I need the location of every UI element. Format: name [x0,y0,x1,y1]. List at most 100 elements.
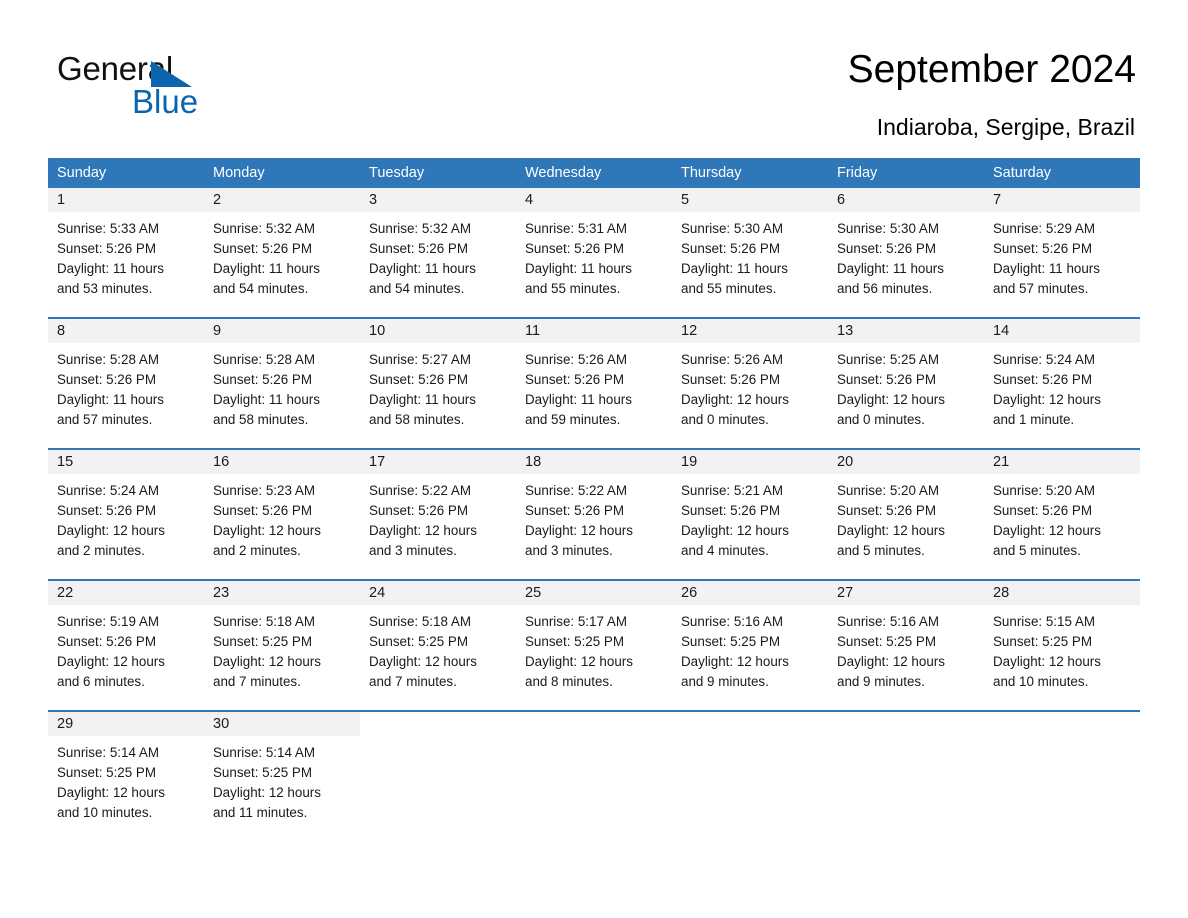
calendar-day-cell[interactable]: 24 Sunrise: 5:18 AM Sunset: 5:25 PM Dayligh… [360,581,516,696]
sunrise-time: Sunrise: 5:27 AM [369,352,471,367]
daylight-duration-line1: Daylight: 11 hours [57,392,164,407]
sunset-time: Sunset: 5:26 PM [525,503,624,518]
sunrise-time: Sunrise: 5:14 AM [213,745,315,760]
calendar-day-cell[interactable]: 8 Sunrise: 5:28 AM Sunset: 5:26 PM Daylight… [48,319,204,434]
day-details: Sunrise: 5:18 AM Sunset: 5:25 PM Daylight:… [204,605,360,692]
sunset-time: Sunset: 5:26 PM [993,241,1092,256]
calendar-day-cell[interactable]: 23 Sunrise: 5:18 AM Sunset: 5:25 PM Dayligh… [204,581,360,696]
day-number: 10 [369,323,386,339]
calendar-day-cell[interactable]: 2 Sunrise: 5:32 AM Sunset: 5:26 PM Daylight… [204,188,360,303]
calendar-day-cell[interactable]: 18 Sunrise: 5:22 AM Sunset: 5:26 PM Dayligh… [516,450,672,565]
day-number-band: 11 [516,319,672,343]
calendar-day-cell[interactable]: 4 Sunrise: 5:31 AM Sunset: 5:26 PM Daylight… [516,188,672,303]
day-number-band: 23 [204,581,360,605]
daylight-duration-line2: and 10 minutes. [57,805,153,820]
calendar-day-cell[interactable]: 26 Sunrise: 5:16 AM Sunset: 5:25 PM Dayligh… [672,581,828,696]
daylight-duration-line2: and 54 minutes. [213,281,309,296]
sunset-time: Sunset: 5:26 PM [57,372,156,387]
calendar-day-cell[interactable]: 25 Sunrise: 5:17 AM Sunset: 5:25 PM Dayligh… [516,581,672,696]
calendar-day-cell[interactable]: 12 Sunrise: 5:26 AM Sunset: 5:26 PM Dayligh… [672,319,828,434]
sunset-time: Sunset: 5:26 PM [681,372,780,387]
daylight-duration-line2: and 53 minutes. [57,281,153,296]
sunset-time: Sunset: 5:26 PM [369,372,468,387]
day-number: 30 [213,716,230,732]
calendar-day-cell[interactable]: 1 Sunrise: 5:33 AM Sunset: 5:26 PM Daylight… [48,188,204,303]
sunset-time: Sunset: 5:26 PM [57,241,156,256]
day-number-band: 15 [48,450,204,474]
calendar-day-cell[interactable]: 19 Sunrise: 5:21 AM Sunset: 5:26 PM Dayligh… [672,450,828,565]
daylight-duration-line2: and 7 minutes. [369,674,457,689]
calendar-day-cell[interactable]: 17 Sunrise: 5:22 AM Sunset: 5:26 PM Dayligh… [360,450,516,565]
day-number-band: 1 [48,188,204,212]
calendar-day-cell[interactable]: 10 Sunrise: 5:27 AM Sunset: 5:26 PM Dayligh… [360,319,516,434]
sunset-time: Sunset: 5:25 PM [57,765,156,780]
calendar-day-cell[interactable]: 14 Sunrise: 5:24 AM Sunset: 5:26 PM Dayligh… [984,319,1140,434]
day-details: Sunrise: 5:27 AM Sunset: 5:26 PM Daylight:… [360,343,516,430]
page-subtitle-location: Indiaroba, Sergipe, Brazil [876,114,1135,140]
calendar-day-cell[interactable]: 28 Sunrise: 5:15 AM Sunset: 5:25 PM Dayligh… [984,581,1140,696]
daylight-duration-line2: and 5 minutes. [837,543,925,558]
day-number: 8 [57,323,66,339]
calendar-day-cell[interactable]: 29 Sunrise: 5:14 AM Sunset: 5:25 PM Dayligh… [48,712,204,827]
day-number-band: 8 [48,319,204,343]
daylight-duration-line2: and 7 minutes. [213,674,301,689]
weekday-header-monday: Monday [213,165,265,181]
calendar-day-cell[interactable]: 9 Sunrise: 5:28 AM Sunset: 5:26 PM Daylight… [204,319,360,434]
day-number-band: 25 [516,581,672,605]
general-blue-logo[interactable]: General Blue [57,50,257,130]
calendar-day-cell[interactable]: 6 Sunrise: 5:30 AM Sunset: 5:26 PM Daylight… [828,188,984,303]
day-details [984,736,1140,743]
sunset-time: Sunset: 5:26 PM [213,241,312,256]
daylight-duration-line1: Daylight: 12 hours [369,654,477,669]
sunrise-time: Sunrise: 5:16 AM [837,614,939,629]
daylight-duration-line1: Daylight: 12 hours [993,392,1101,407]
day-number-band: 18 [516,450,672,474]
day-number-band: 12 [672,319,828,343]
daylight-duration-line1: Daylight: 11 hours [525,261,632,276]
calendar-day-cell[interactable]: 20 Sunrise: 5:20 AM Sunset: 5:26 PM Dayligh… [828,450,984,565]
daylight-duration-line1: Daylight: 11 hours [993,261,1100,276]
calendar-day-cell[interactable]: 22 Sunrise: 5:19 AM Sunset: 5:26 PM Dayligh… [48,581,204,696]
calendar-day-cell-empty [360,712,516,827]
daylight-duration-line1: Daylight: 12 hours [57,785,165,800]
day-number-band: 7 [984,188,1140,212]
day-details: Sunrise: 5:21 AM Sunset: 5:26 PM Daylight:… [672,474,828,561]
calendar-day-cell[interactable]: 5 Sunrise: 5:30 AM Sunset: 5:26 PM Daylight… [672,188,828,303]
calendar-day-cell[interactable]: 30 Sunrise: 5:14 AM Sunset: 5:25 PM Dayligh… [204,712,360,827]
sunset-time: Sunset: 5:26 PM [57,634,156,649]
sunset-time: Sunset: 5:26 PM [369,503,468,518]
daylight-duration-line1: Daylight: 12 hours [681,654,789,669]
sunrise-time: Sunrise: 5:17 AM [525,614,627,629]
calendar-week-row: 8 Sunrise: 5:28 AM Sunset: 5:26 PM Daylight… [48,317,1140,434]
calendar-week-cells: 29 Sunrise: 5:14 AM Sunset: 5:25 PM Dayligh… [48,712,1140,827]
calendar-day-cell[interactable]: 16 Sunrise: 5:23 AM Sunset: 5:26 PM Dayligh… [204,450,360,565]
daylight-duration-line2: and 59 minutes. [525,412,621,427]
daylight-duration-line1: Daylight: 12 hours [993,654,1101,669]
daylight-duration-line1: Daylight: 11 hours [57,261,164,276]
calendar-day-cell[interactable]: 11 Sunrise: 5:26 AM Sunset: 5:26 PM Dayligh… [516,319,672,434]
day-number-band: 22 [48,581,204,605]
day-number: 3 [369,192,378,208]
daylight-duration-line2: and 2 minutes. [213,543,301,558]
calendar-table: Sunday Monday Tuesday Wednesday Thursday… [48,158,1140,827]
sunrise-time: Sunrise: 5:22 AM [525,483,627,498]
calendar-day-cell[interactable]: 13 Sunrise: 5:25 AM Sunset: 5:26 PM Dayligh… [828,319,984,434]
day-number-band: 5 [672,188,828,212]
day-number-band [672,712,828,736]
day-number-band: 26 [672,581,828,605]
day-details: Sunrise: 5:29 AM Sunset: 5:26 PM Daylight:… [984,212,1140,299]
calendar-day-cell[interactable]: 3 Sunrise: 5:32 AM Sunset: 5:26 PM Daylight… [360,188,516,303]
calendar-day-cell[interactable]: 27 Sunrise: 5:16 AM Sunset: 5:25 PM Dayligh… [828,581,984,696]
calendar-day-cell[interactable]: 15 Sunrise: 5:24 AM Sunset: 5:26 PM Dayligh… [48,450,204,565]
daylight-duration-line1: Daylight: 11 hours [213,392,320,407]
daylight-duration-line1: Daylight: 12 hours [837,523,945,538]
calendar-day-cell[interactable]: 21 Sunrise: 5:20 AM Sunset: 5:26 PM Dayligh… [984,450,1140,565]
sunrise-time: Sunrise: 5:30 AM [837,221,939,236]
daylight-duration-line1: Daylight: 12 hours [837,392,945,407]
daylight-duration-line2: and 55 minutes. [525,281,621,296]
sunset-time: Sunset: 5:25 PM [525,634,624,649]
daylight-duration-line2: and 2 minutes. [57,543,145,558]
calendar-day-cell[interactable]: 7 Sunrise: 5:29 AM Sunset: 5:26 PM Daylight… [984,188,1140,303]
calendar-weeks: 1 Sunrise: 5:33 AM Sunset: 5:26 PM Daylight… [48,188,1140,827]
sunrise-time: Sunrise: 5:23 AM [213,483,315,498]
